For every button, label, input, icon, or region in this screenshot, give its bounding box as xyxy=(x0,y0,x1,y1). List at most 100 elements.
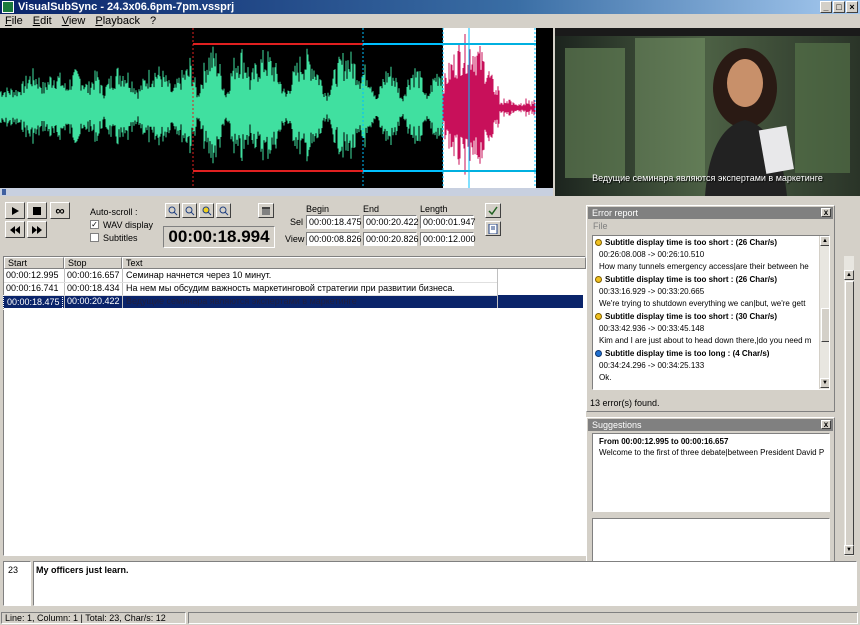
error-item-time: 00:33:16.929 -> 00:33:20.665 xyxy=(599,287,705,296)
autoscroll-label: Auto-scroll : xyxy=(90,207,138,217)
loop-icon: ∞ xyxy=(55,203,65,218)
error-item-type[interactable]: Subtitle display time is too short : (30… xyxy=(593,311,819,322)
zoom-selection-button[interactable] xyxy=(199,203,214,218)
sel-label: Sel xyxy=(290,217,304,227)
title-bar: VisualSubSync - 24.3x06.6pm-7pm.vssprj _… xyxy=(0,0,860,14)
menu-file[interactable]: File xyxy=(0,14,28,28)
menu-edit[interactable]: Edit xyxy=(28,14,57,28)
error-scroll-thumb[interactable] xyxy=(821,308,829,342)
error-item-time: 00:33:42.936 -> 00:33:45.148 xyxy=(599,324,705,333)
error-item-text: We're trying to shutdown everything we c… xyxy=(599,299,806,308)
video-frame xyxy=(555,28,860,196)
subtitles-label: Subtitles xyxy=(103,233,138,243)
forward-icon xyxy=(32,225,42,234)
row-text: На нем мы обсудим важность маркетинговой… xyxy=(126,283,455,293)
row-text: Семинар начнется через 10 минут. xyxy=(126,270,272,280)
subtitle-editor[interactable]: My officers just learn. xyxy=(33,561,857,606)
snapshot-button[interactable] xyxy=(258,203,274,218)
checkmark-icon xyxy=(488,206,498,215)
waveform-scroll-thumb xyxy=(2,189,6,195)
zoom-all-button[interactable] xyxy=(216,203,231,218)
suggestions-list[interactable]: From 00:00:12.995 to 00:00:16.657 Welcom… xyxy=(592,433,830,512)
forward-button[interactable] xyxy=(27,221,47,238)
stop-button[interactable] xyxy=(27,202,47,219)
error-item-time: 00:34:24.296 -> 00:34:25.133 xyxy=(599,361,705,370)
menu-playback[interactable]: Playback xyxy=(90,14,145,28)
row-stop: 00:00:16.657 xyxy=(67,270,120,280)
column-header-stop[interactable]: Stop xyxy=(64,257,122,269)
suggestion-heading: From 00:00:12.995 to 00:00:16.657 xyxy=(599,437,729,446)
error-item-text: How many tunnels emergency access|are th… xyxy=(599,262,809,271)
table-row[interactable]: 00:00:16.741 00:00:18.434 На нем мы обсу… xyxy=(3,282,583,295)
warning-dot-icon xyxy=(595,276,602,283)
suggestions-title-text: Suggestions xyxy=(592,420,642,430)
scroll-up-button[interactable]: ▲ xyxy=(844,270,854,280)
suggestions-close-button[interactable]: x xyxy=(821,420,831,429)
status-extra xyxy=(188,612,858,624)
error-item-type[interactable]: Subtitle display time is too long : (4 C… xyxy=(593,348,819,359)
suggestions-title: Suggestions x xyxy=(588,419,833,431)
video-panel[interactable]: Ведущие семинара являются экспертами в м… xyxy=(555,28,860,196)
info-dot-icon xyxy=(595,350,602,357)
row-start: 00:00:12.995 xyxy=(6,270,59,280)
sel-end-field[interactable]: 00:00:20.422 xyxy=(363,215,419,229)
wav-display-checkbox[interactable]: ✓ xyxy=(90,220,99,229)
scroll-down-button[interactable]: ▼ xyxy=(844,545,854,555)
error-item-type[interactable]: Subtitle display time is too short : (26… xyxy=(593,274,819,285)
error-scroll-down-button[interactable]: ▼ xyxy=(820,378,829,388)
column-header-start[interactable]: Start xyxy=(4,257,64,269)
error-item-text: Kim and I are just about to head down th… xyxy=(599,336,812,345)
menu-help[interactable]: ? xyxy=(145,14,161,28)
waveform-canvas[interactable] xyxy=(0,28,553,196)
zoom-all-icon xyxy=(219,206,228,215)
view-length-field[interactable]: 00:00:12.000 xyxy=(420,232,476,246)
error-report-close-button[interactable]: x xyxy=(821,208,831,217)
table-row[interactable]: 00:00:12.995 00:00:16.657 Семинар начнет… xyxy=(3,269,583,282)
waveform-scrollbar xyxy=(0,188,553,196)
length-header: Length xyxy=(420,204,448,214)
row-start: 00:00:18.475 xyxy=(3,295,63,310)
zoom-in-button[interactable] xyxy=(165,203,180,218)
zoom-in-icon xyxy=(168,206,177,215)
sel-length-field[interactable]: 00:00:01.947 xyxy=(420,215,476,229)
error-scroll-up-button[interactable]: ▲ xyxy=(820,236,829,246)
error-report-title: Error report x xyxy=(588,207,833,219)
table-row-selected[interactable]: 00:00:18.475 00:00:20.422 Ведущие семина… xyxy=(3,295,583,310)
menu-bar: File Edit View Playback? xyxy=(0,14,860,28)
menu-view[interactable]: View xyxy=(57,14,91,28)
play-icon xyxy=(12,206,19,215)
maximize-button[interactable]: □ xyxy=(833,1,845,13)
waveform-display[interactable] xyxy=(0,28,553,196)
app-icon xyxy=(2,1,14,13)
error-report-file-menu[interactable]: File xyxy=(593,221,608,231)
view-end-field[interactable]: 00:00:20.826 xyxy=(363,232,419,246)
toolbar-area: ∞ Auto-scroll : ✓ WAV display Subtitles … xyxy=(0,196,586,256)
error-list-scrollbar[interactable]: ▲ ▼ xyxy=(819,236,829,389)
clapperboard-icon xyxy=(262,206,270,215)
status-bar: Line: 1, Column: 1 | Total: 23, Char/s: … xyxy=(0,611,860,625)
rewind-button[interactable] xyxy=(5,221,25,238)
play-button[interactable] xyxy=(5,202,25,219)
zoom-out-button[interactable] xyxy=(182,203,197,218)
column-header-text[interactable]: Text xyxy=(122,257,586,269)
waveform-audio-left xyxy=(0,46,443,164)
check-errors-button[interactable] xyxy=(485,203,501,218)
window-title: VisualSubSync - 24.3x06.6pm-7pm.vssprj xyxy=(18,1,235,13)
rewind-icon xyxy=(10,225,20,234)
subtitles-checkbox[interactable] xyxy=(90,233,99,242)
grid-scrollbar[interactable]: ▲ ▼ xyxy=(843,256,854,556)
minimize-button[interactable]: _ xyxy=(820,1,832,13)
grid-scroll-thumb[interactable] xyxy=(845,281,854,546)
view-begin-field[interactable]: 00:00:08.826 xyxy=(306,232,362,246)
suggestions-button[interactable] xyxy=(485,221,501,236)
stop-icon xyxy=(33,206,41,215)
row-stop: 00:00:20.422 xyxy=(67,296,120,306)
loop-button[interactable]: ∞ xyxy=(50,202,70,219)
error-item-type[interactable]: Subtitle display time is too short : (26… xyxy=(593,237,819,248)
time-display: 00:00:18.994 xyxy=(163,226,275,248)
sel-begin-field[interactable]: 00:00:18.475 xyxy=(306,215,362,229)
row-text: Ведущие семинара являются экспертами в м… xyxy=(126,296,357,306)
zoom-selection-icon xyxy=(202,206,211,215)
error-list[interactable]: Subtitle display time is too short : (26… xyxy=(592,235,830,390)
close-button[interactable]: × xyxy=(846,1,858,13)
